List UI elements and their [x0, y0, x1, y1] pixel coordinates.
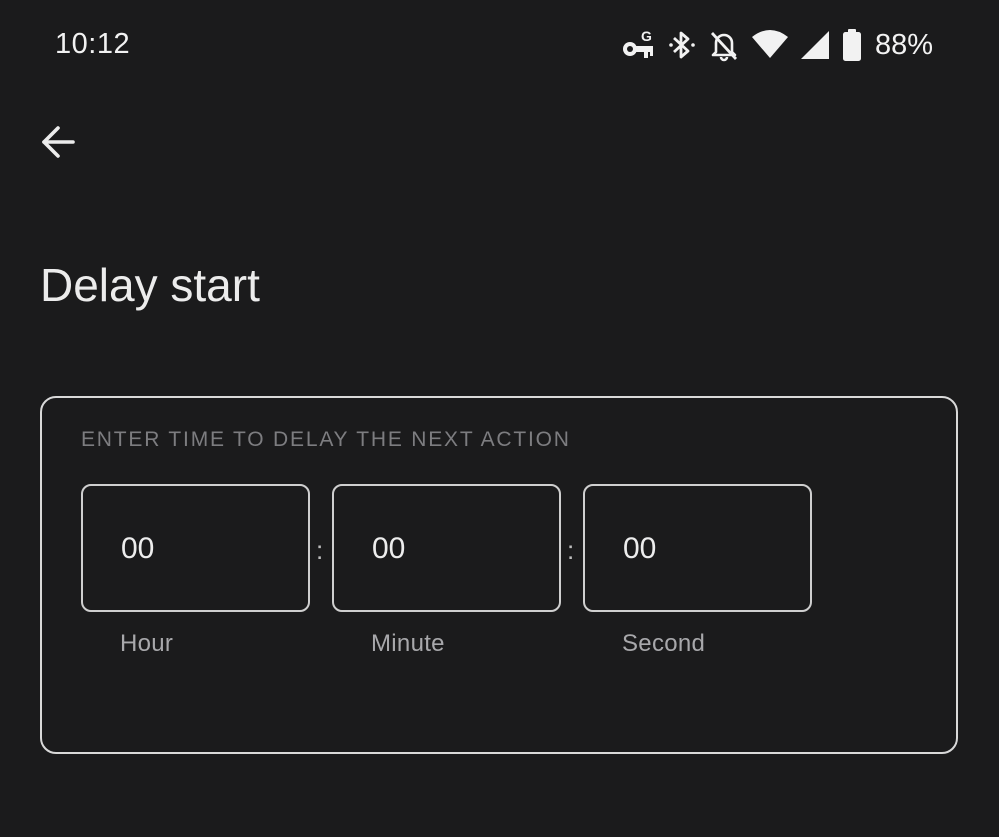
time-separator: : — [316, 535, 324, 565]
time-separator: : — [567, 535, 575, 565]
delay-time-card: ENTER TIME TO DELAY THE NEXT ACTION 00 :… — [40, 396, 958, 754]
arrow-back-icon — [38, 122, 78, 167]
minute-label: Minute — [371, 630, 445, 657]
vpn-key-icon: G — [621, 27, 657, 63]
svg-text:G: G — [641, 28, 652, 44]
second-label: Second — [622, 630, 706, 657]
battery-percentage: 88% — [874, 28, 933, 61]
status-bar: 10:12 G 88% — [0, 0, 999, 90]
back-button[interactable] — [32, 118, 84, 170]
status-icons: G 88% — [621, 25, 933, 65]
battery-icon — [841, 27, 863, 63]
hour-value: 00 — [121, 532, 155, 565]
card-caption: ENTER TIME TO DELAY THE NEXT ACTION — [81, 428, 571, 451]
page-title: Delay start — [40, 259, 260, 311]
wifi-icon — [751, 27, 789, 63]
hour-input[interactable]: 00 — [81, 484, 310, 612]
minute-value: 00 — [372, 532, 406, 565]
notifications-off-icon — [707, 27, 741, 63]
cell-signal-icon — [799, 27, 831, 63]
status-time: 10:12 — [55, 28, 131, 60]
minute-input[interactable]: 00 — [332, 484, 561, 612]
hour-label: Hour — [120, 630, 174, 657]
second-input[interactable]: 00 — [583, 484, 812, 612]
second-value: 00 — [623, 532, 657, 565]
bluetooth-icon — [667, 27, 697, 63]
